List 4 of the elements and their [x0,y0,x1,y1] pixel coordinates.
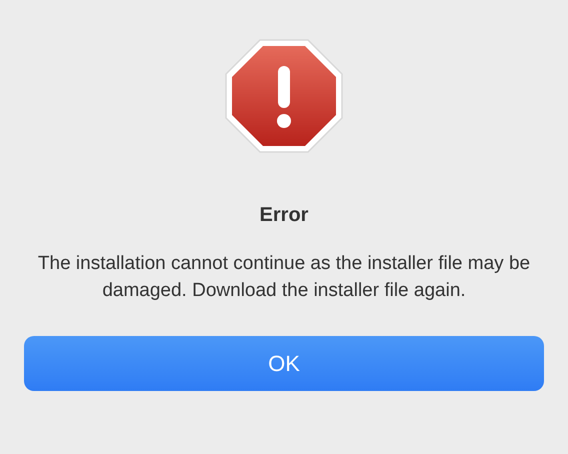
error-message: The installation cannot continue as the installer file may be damaged. Download the installer file again. [36,252,532,303]
dialog-title: Error [260,203,308,228]
error-stop-icon [224,38,344,154]
ok-button[interactable]: OK [24,336,544,391]
